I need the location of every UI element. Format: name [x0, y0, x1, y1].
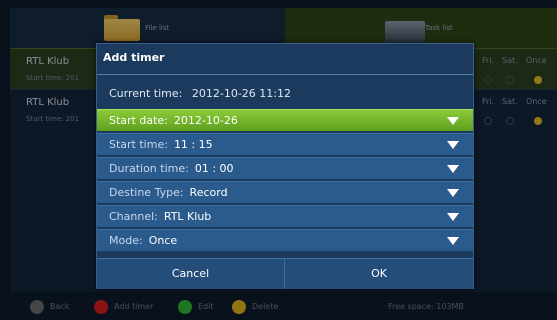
destine-type-field[interactable]: Destine Type: Record: [97, 181, 473, 203]
start-date-field[interactable]: Start date: 2012-10-26: [97, 109, 473, 131]
screen: File list Task list RTL Klub Start time:…: [0, 0, 557, 320]
dropdown-caret-icon[interactable]: [447, 237, 459, 245]
duration-time-label: Duration time:: [109, 162, 189, 175]
start-time-field[interactable]: Start time: 11 : 15: [97, 133, 473, 155]
start-date-label: Start date:: [109, 114, 168, 127]
destine-type-label: Destine Type:: [109, 186, 184, 199]
dropdown-caret-icon[interactable]: [447, 189, 459, 197]
dropdown-caret-icon[interactable]: [447, 213, 459, 221]
dropdown-caret-icon[interactable]: [447, 141, 459, 149]
start-date-value: 2012-10-26: [173, 114, 238, 127]
start-time-value: 11 : 15: [173, 138, 213, 151]
start-time-label: Start time:: [109, 138, 168, 151]
dialog-button-row: Cancel OK: [97, 258, 473, 289]
current-time-label: Current time:: [109, 87, 183, 100]
mode-value: Once: [148, 234, 178, 247]
dropdown-caret-icon[interactable]: [447, 165, 459, 173]
ok-button[interactable]: OK: [285, 259, 473, 289]
duration-time-value: 01 : 00: [194, 162, 234, 175]
channel-field[interactable]: Channel: RTL Klub: [97, 205, 473, 227]
add-timer-dialog: Add timer Current time: 2012-10-26 11:12…: [96, 43, 474, 289]
duration-time-field[interactable]: Duration time: 01 : 00: [97, 157, 473, 179]
cancel-button[interactable]: Cancel: [97, 259, 285, 289]
current-time: Current time: 2012-10-26 11:12: [109, 87, 291, 100]
dialog-title: Add timer: [103, 51, 165, 64]
mode-field[interactable]: Mode: Once: [97, 229, 473, 251]
current-time-value: 2012-10-26 11:12: [191, 87, 291, 100]
dropdown-caret-icon[interactable]: [447, 117, 459, 125]
title-divider: [97, 74, 473, 75]
channel-value: RTL Klub: [163, 210, 212, 223]
destine-type-value: Record: [189, 186, 228, 199]
mode-label: Mode:: [109, 234, 143, 247]
channel-label: Channel:: [109, 210, 158, 223]
